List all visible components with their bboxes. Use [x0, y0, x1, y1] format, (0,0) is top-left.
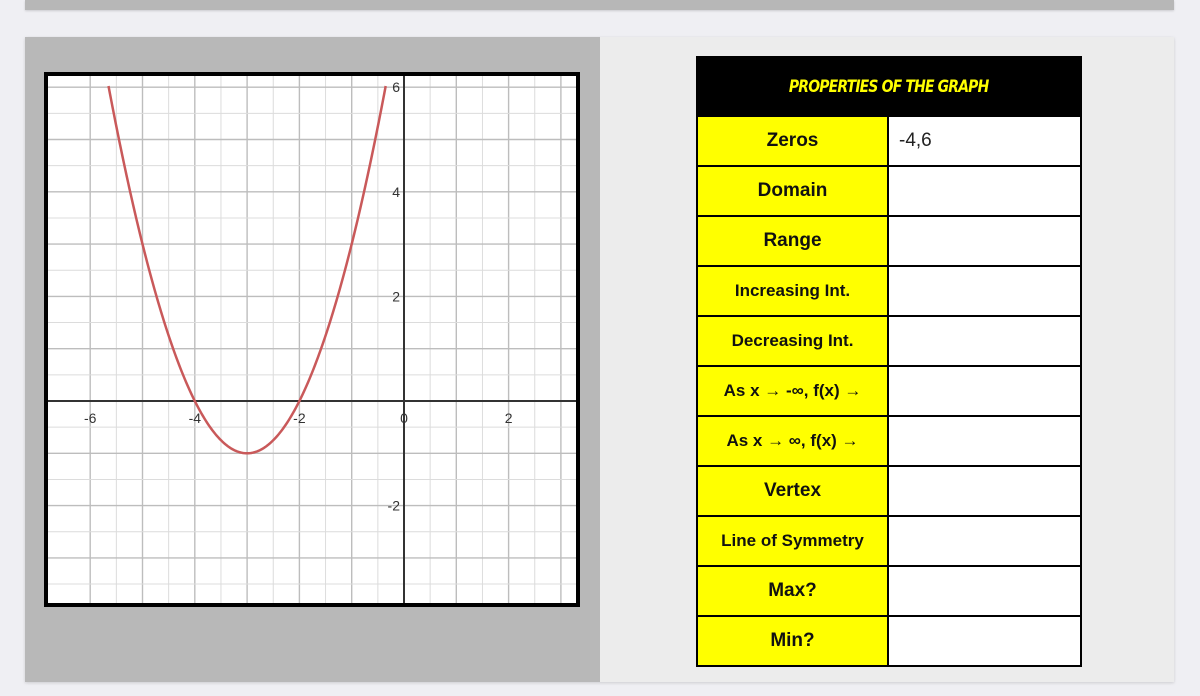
property-value-field[interactable] [889, 317, 1080, 365]
property-label: Line of Symmetry [698, 517, 889, 565]
property-label: Range [698, 217, 889, 265]
table-row: As x → -∞, f(x) → [698, 365, 1080, 415]
table-row: Domain [698, 165, 1080, 215]
top-strip [25, 0, 1174, 10]
property-label: As x → ∞, f(x) → [698, 417, 889, 465]
table-row: Decreasing Int. [698, 315, 1080, 365]
x-tick-label: 0 [400, 410, 408, 426]
table-row: Increasing Int. [698, 265, 1080, 315]
property-label: Decreasing Int. [698, 317, 889, 365]
property-value-field[interactable] [889, 567, 1080, 615]
table-row: As x → ∞, f(x) → [698, 415, 1080, 465]
table-row: Zeros -4,6 [698, 115, 1080, 165]
y-tick-label: 2 [392, 288, 400, 304]
property-label: As x → -∞, f(x) → [698, 367, 889, 415]
property-value-field[interactable] [889, 617, 1080, 665]
table-row: Line of Symmetry [698, 515, 1080, 565]
property-label: Increasing Int. [698, 267, 889, 315]
x-tick-label: -6 [84, 410, 97, 426]
property-label: Max? [698, 567, 889, 615]
graph-panel: -6 -4 -2 0 2 -2 2 4 6 [25, 37, 600, 682]
y-tick-label: -2 [388, 498, 401, 514]
y-tick-label: 6 [392, 79, 400, 95]
property-label: Zeros [698, 117, 889, 165]
property-value-field[interactable] [889, 217, 1080, 265]
table-title: Properties of the Graph [789, 76, 989, 97]
x-tick-label: -2 [293, 410, 306, 426]
properties-table: Properties of the Graph Zeros -4,6 Domain R… [696, 56, 1082, 667]
x-tick-label: -4 [189, 410, 202, 426]
property-value-field[interactable] [889, 517, 1080, 565]
property-value-field[interactable] [889, 417, 1080, 465]
property-value-field[interactable] [889, 267, 1080, 315]
y-tick-label: 4 [392, 184, 400, 200]
worksheet-card: -6 -4 -2 0 2 -2 2 4 6 Properties of the Graph Ze… [25, 37, 1174, 682]
table-row: Min? [698, 615, 1080, 665]
property-label: Min? [698, 617, 889, 665]
property-value-field[interactable] [889, 467, 1080, 515]
table-row: Max? [698, 565, 1080, 615]
property-value-field[interactable] [889, 167, 1080, 215]
property-label: Domain [698, 167, 889, 215]
table-header: Properties of the Graph [698, 58, 1080, 115]
property-label: Vertex [698, 467, 889, 515]
table-row: Vertex [698, 465, 1080, 515]
parabola-chart: -6 -4 -2 0 2 -2 2 4 6 [48, 76, 576, 603]
property-value-field[interactable]: -4,6 [889, 117, 1080, 165]
table-row: Range [698, 215, 1080, 265]
graph-frame: -6 -4 -2 0 2 -2 2 4 6 [44, 72, 580, 607]
property-value-field[interactable] [889, 367, 1080, 415]
x-tick-label: 2 [505, 410, 513, 426]
